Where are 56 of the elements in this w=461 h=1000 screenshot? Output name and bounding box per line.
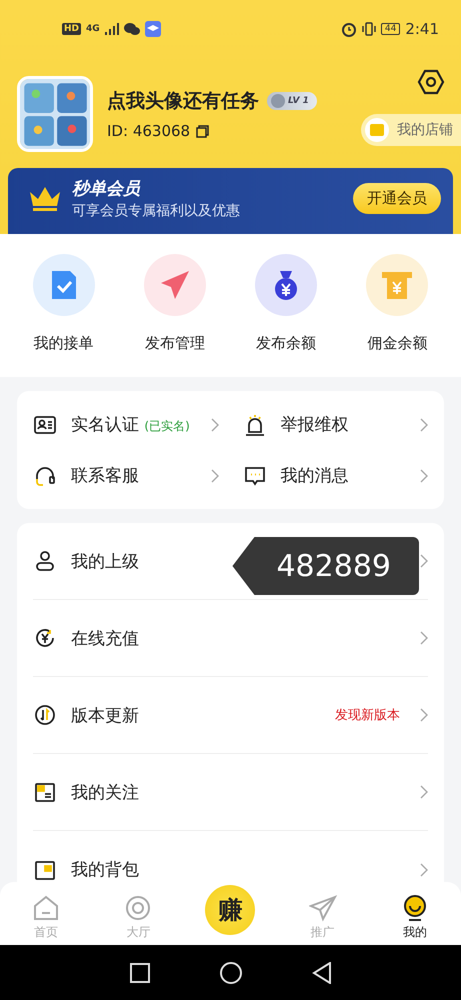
shortcut-item[interactable]: 佣金余额 <box>342 254 453 353</box>
open-membership-button[interactable]: 开通会员 <box>353 182 441 214</box>
service-item[interactable]: 实名认证 (已实名) <box>33 399 218 450</box>
chevron-icon <box>420 785 428 799</box>
level-badge: LV 1 <box>267 92 317 110</box>
target-icon <box>124 894 152 922</box>
clock-time: 2:41 <box>405 20 439 38</box>
chevron-icon <box>420 708 428 722</box>
update-icon <box>33 703 57 727</box>
service-item[interactable]: 我的消息 <box>242 450 428 501</box>
chevron-icon <box>210 468 218 482</box>
network-label: 4G <box>86 24 100 34</box>
user-id: ID: 463068 <box>107 122 190 140</box>
menu-row[interactable]: 我的关注 <box>33 754 428 831</box>
settings-icon[interactable] <box>417 68 445 96</box>
chevron-icon <box>420 468 428 482</box>
recent-apps-icon[interactable] <box>130 962 150 982</box>
vibrate-icon <box>362 21 376 37</box>
chevron-icon <box>210 418 218 432</box>
membership-title: 秒单会员 <box>72 178 142 200</box>
battery-level: 44 <box>380 23 400 35</box>
document-check-icon <box>50 269 78 301</box>
chevron-icon <box>420 554 428 568</box>
service-item[interactable]: 联系客服 <box>33 450 218 501</box>
signal-icon <box>104 23 119 35</box>
menu-row[interactable]: 版本更新 发现新版本 <box>33 677 428 754</box>
shortcut-item[interactable]: 我的接单 <box>8 254 120 353</box>
update-notice: 发现新版本 <box>335 707 400 724</box>
tab[interactable]: 我的 <box>368 894 461 941</box>
user-name: 点我头像还有任务 <box>107 89 259 114</box>
network-label: HD <box>62 23 82 35</box>
graduation-cap-icon <box>144 21 161 37</box>
paper-plane-icon <box>308 894 337 922</box>
service-item[interactable]: 举报维权 <box>242 399 428 450</box>
copy-icon[interactable] <box>196 124 210 138</box>
membership-subtitle: 可享会员专属福利以及优惠 <box>72 202 241 220</box>
yuan-coin-icon <box>33 626 57 650</box>
earn-button[interactable]: 赚 <box>205 884 256 934</box>
home-icon[interactable] <box>220 962 242 984</box>
id-tooltip: 482889 <box>232 537 419 595</box>
chevron-icon <box>420 862 428 876</box>
menu-row[interactable]: 在线充值 <box>33 600 428 677</box>
chat-icon <box>124 22 140 36</box>
chevron-icon <box>420 631 428 645</box>
paper-plane-icon <box>158 269 191 301</box>
back-icon[interactable] <box>312 962 332 984</box>
person-icon <box>33 549 57 573</box>
shortcut-item[interactable]: 发布管理 <box>119 254 230 353</box>
home-icon <box>32 894 60 922</box>
atm-card-icon <box>381 269 414 301</box>
store-icon <box>365 118 389 142</box>
alarm-clock-icon <box>340 21 357 37</box>
bookmark-card-icon <box>33 780 57 804</box>
store-button[interactable]: 我的店铺 <box>361 114 461 146</box>
shortcut-item[interactable]: 发布余额 <box>230 254 342 353</box>
chevron-icon <box>420 418 428 432</box>
